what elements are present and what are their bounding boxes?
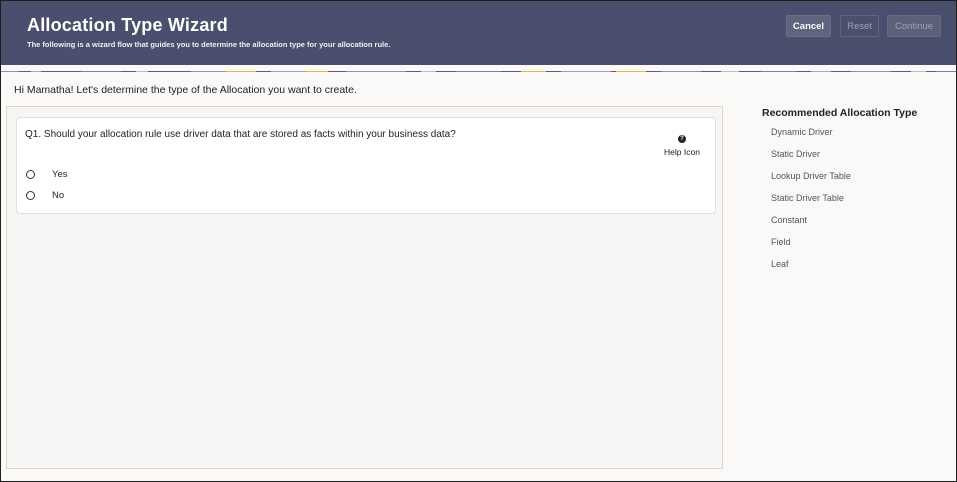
recommended-type-title: Recommended Allocation Type <box>762 107 918 119</box>
radio-no[interactable] <box>26 190 35 200</box>
option-yes[interactable]: Yes <box>26 167 68 181</box>
cancel-button[interactable]: Cancel <box>786 15 831 37</box>
wizard-window: Allocation Type Wizard The following is … <box>0 0 957 482</box>
option-no[interactable]: No <box>26 188 64 202</box>
radio-yes[interactable] <box>26 169 35 179</box>
option-no-label: No <box>52 189 65 201</box>
recommended-item-constant: Constant <box>771 215 808 225</box>
wizard-header: Allocation Type Wizard The following is … <box>1 1 956 65</box>
question-card: Q1. Should your allocation rule use driv… <box>16 117 716 214</box>
help-icon[interactable]: ? <box>678 135 686 143</box>
continue-button[interactable]: Continue <box>887 15 941 37</box>
question-text: Q1. Should your allocation rule use driv… <box>25 129 456 140</box>
recommended-item-static-driver: Static Driver <box>771 149 821 159</box>
help-label: Help Icon <box>664 147 700 157</box>
wizard-subtitle: The following is a wizard flow that guid… <box>27 40 391 49</box>
recommended-item-leaf: Leaf <box>771 259 789 269</box>
help-button[interactable]: ? Help Icon <box>657 127 707 157</box>
option-yes-label: Yes <box>52 168 68 180</box>
recommended-item-static-driver-table: Static Driver Table <box>771 193 844 203</box>
recommended-item-lookup-driver-table: Lookup Driver Table <box>771 171 851 181</box>
header-decorative-banner <box>1 65 956 72</box>
recommended-item-dynamic-driver: Dynamic Driver <box>771 127 833 137</box>
question-panel: Q1. Should your allocation rule use driv… <box>6 106 723 469</box>
recommended-item-field: Field <box>771 237 791 247</box>
wizard-title: Allocation Type Wizard <box>27 15 228 35</box>
greeting-text: Hi Mamatha! Let's determine the type of … <box>14 84 357 96</box>
reset-button[interactable]: Reset <box>840 15 879 37</box>
